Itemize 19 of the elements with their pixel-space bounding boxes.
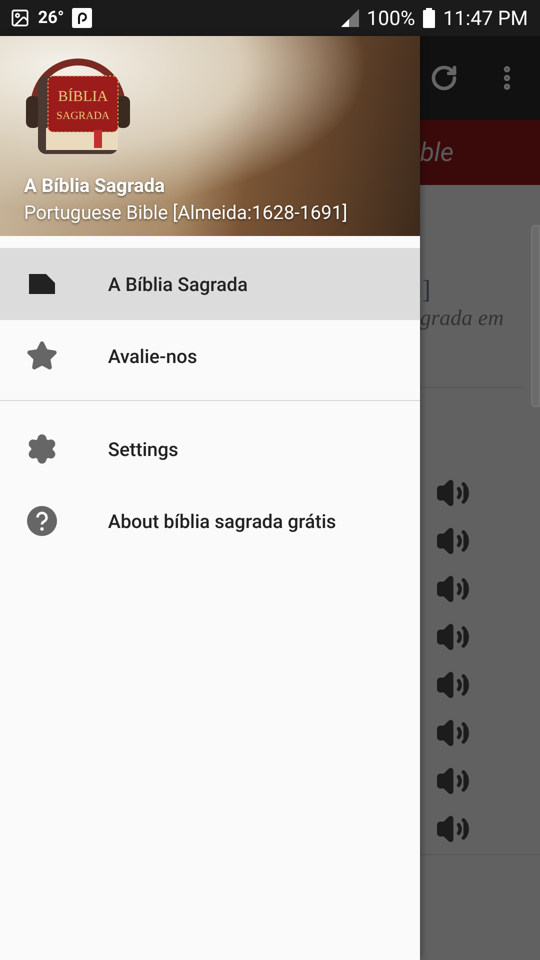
battery-percent: 100% — [366, 6, 416, 30]
app-title: ble — [420, 138, 454, 168]
refresh-icon[interactable] — [430, 64, 458, 92]
clock: 11:47 PM — [443, 6, 528, 30]
settings-icon — [26, 433, 58, 465]
drawer-subtitle: Portuguese Bible [Almeida:1628-1691] — [24, 201, 348, 224]
temperature: 26° — [38, 8, 64, 28]
help-icon — [26, 505, 58, 537]
drawer-title: A Bíblia Sagrada — [24, 174, 166, 197]
app-notification-icon — [72, 8, 92, 28]
drawer-menu-item[interactable]: About bíblia sagrada grátis — [0, 485, 420, 557]
image-icon — [10, 8, 30, 28]
drawer-menu-item[interactable]: A Bíblia Sagrada — [0, 248, 420, 320]
signal-icon — [338, 9, 359, 27]
text-fragment: ] — [422, 275, 432, 305]
drawer-menu-item[interactable]: Avalie-nos — [0, 320, 420, 392]
drawer-menu-item[interactable]: Settings — [0, 413, 420, 485]
star-icon — [26, 340, 58, 372]
battery-icon — [423, 8, 436, 28]
